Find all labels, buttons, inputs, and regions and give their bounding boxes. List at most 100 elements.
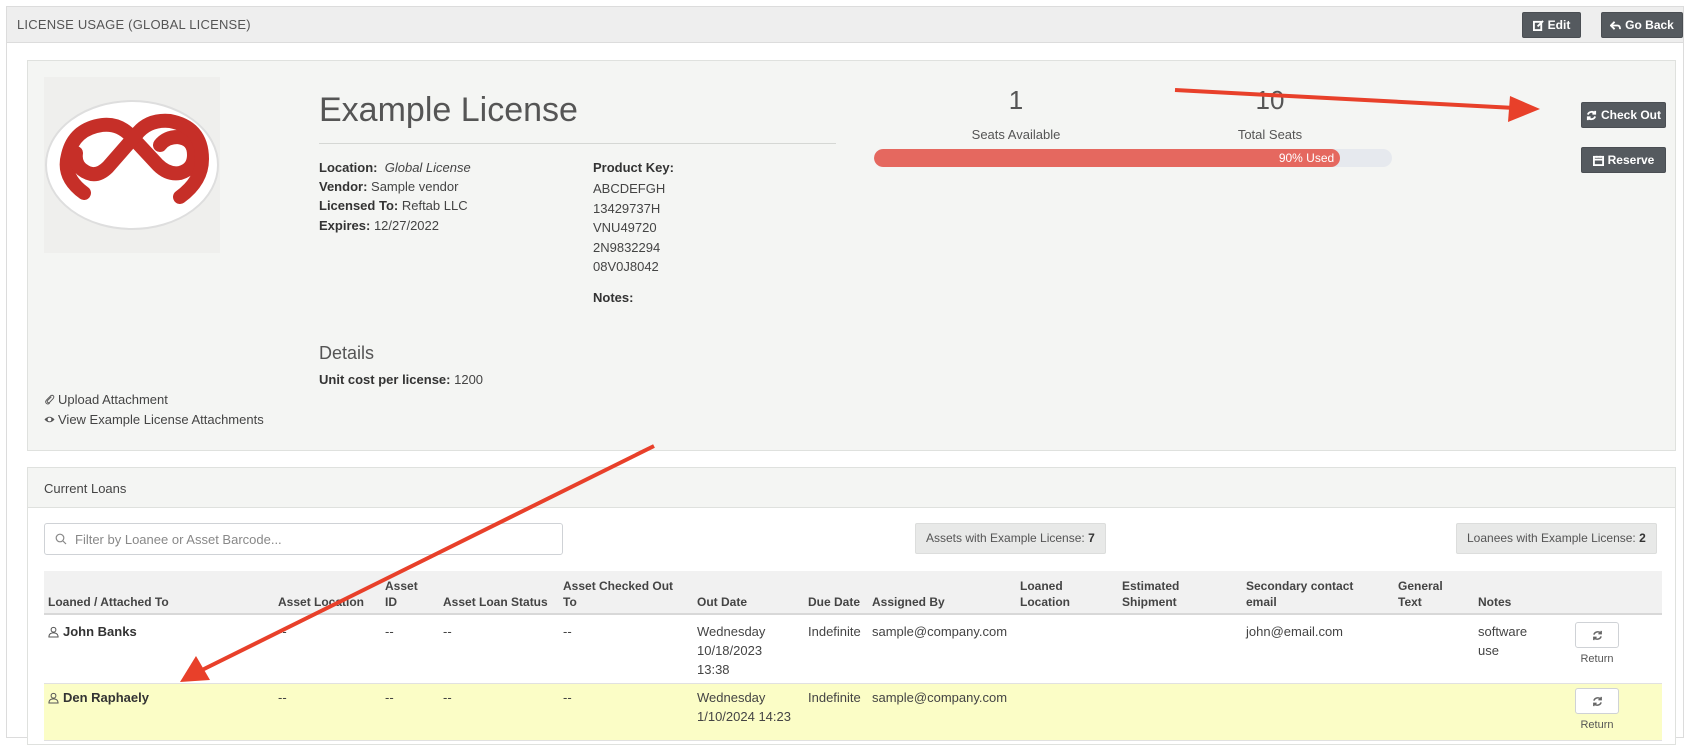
calendar-icon xyxy=(1592,155,1604,166)
seats-available-label: Seats Available xyxy=(971,127,1061,142)
secondary-email-cell: john@email.com xyxy=(1246,624,1344,639)
user-icon xyxy=(48,626,59,638)
loanee-name: Den Raphaely xyxy=(63,690,149,705)
licensed-to-line: Licensed To: Reftab LLC xyxy=(319,196,468,216)
unit-cost-value: 1200 xyxy=(454,372,484,387)
view-attachments-label: View Example License Attachments xyxy=(58,412,264,427)
page-title: LICENSE USAGE (GLOBAL LICENSE) xyxy=(17,17,251,32)
license-logo xyxy=(44,77,220,253)
asset-id-cell: -- xyxy=(385,624,394,639)
product-key-4: 2N9832294 xyxy=(593,240,661,255)
total-seats-label: Total Seats xyxy=(1237,127,1303,142)
return-button[interactable] xyxy=(1575,688,1619,714)
col-loaned-to[interactable]: Loaned / Attached To xyxy=(48,594,169,610)
loanee-cell[interactable]: Den Raphaely xyxy=(48,688,149,707)
details-heading: Details xyxy=(319,343,375,363)
current-loans-header: Current Loans xyxy=(28,468,1675,508)
license-usage-panel: LICENSE USAGE (GLOBAL LICENSE) Edit Go B… xyxy=(6,6,1684,745)
current-loans-panel: Current Loans Assets with Example Licens… xyxy=(27,467,1676,745)
col-loaned-location[interactable]: Loaned Location xyxy=(1020,578,1090,610)
out-date-cell: Wednesday 1/10/2024 14:23 xyxy=(697,690,791,724)
col-asset-location[interactable]: Asset Location xyxy=(278,594,364,610)
unit-cost-line: Unit cost per license: 1200 xyxy=(319,370,483,390)
check-out-label: Check Out xyxy=(1600,108,1661,122)
asset-loan-status-cell: -- xyxy=(443,690,452,705)
loanee-cell[interactable]: John Banks xyxy=(48,622,137,641)
notes-cell: software use xyxy=(1478,624,1528,658)
eye-icon xyxy=(44,416,55,423)
asset-location-cell: -- xyxy=(278,624,287,639)
user-icon xyxy=(48,692,59,704)
col-due-date[interactable]: Due Date xyxy=(808,594,860,610)
check-out-button[interactable]: Check Out xyxy=(1581,102,1666,128)
vendor-label: Vendor: xyxy=(319,179,368,194)
go-back-button[interactable]: Go Back xyxy=(1601,12,1683,38)
asset-checked-out-to-cell: -- xyxy=(563,690,572,705)
edit-icon xyxy=(1532,19,1544,31)
product-key-label-text: Product Key: xyxy=(593,160,674,175)
upload-attachment-link[interactable]: Upload Attachment xyxy=(44,392,168,407)
return-button[interactable] xyxy=(1575,622,1619,648)
upload-attachment-label: Upload Attachment xyxy=(58,392,168,407)
due-date-cell: Indefinite xyxy=(808,624,861,639)
table-row: Den Raphaely -- -- -- -- Wednesday 1/10/… xyxy=(44,684,1662,741)
col-estimated-shipment[interactable]: Estimated Shipment xyxy=(1122,578,1202,610)
asset-loan-status-cell: -- xyxy=(443,624,452,639)
return-label[interactable]: Return xyxy=(1575,719,1619,731)
col-notes[interactable]: Notes xyxy=(1478,594,1511,610)
assets-count-value: 7 xyxy=(1088,531,1095,545)
title-divider xyxy=(319,143,836,144)
loanee-name: John Banks xyxy=(63,624,137,639)
seat-usage-bar: 90% Used xyxy=(874,149,1392,167)
expires-label: Expires: xyxy=(319,218,371,233)
col-assigned-by[interactable]: Assigned By xyxy=(872,594,945,610)
view-attachments-link[interactable]: View Example License Attachments xyxy=(44,412,264,427)
return-label[interactable]: Return xyxy=(1575,653,1619,665)
assets-count-label: Assets with Example License: xyxy=(926,531,1085,545)
col-asset-checked-out-to[interactable]: Asset Checked Out To xyxy=(563,578,688,610)
header-bar: LICENSE USAGE (GLOBAL LICENSE) Edit Go B… xyxy=(7,7,1683,43)
out-date-cell: Wednesday 10/18/2023 13:38 xyxy=(697,624,766,677)
location-value: Global License xyxy=(384,160,471,175)
location-line: Location: Global License xyxy=(319,158,471,178)
loanees-count-label: Loanees with Example License: xyxy=(1467,531,1636,545)
loanees-count-badge: Loanees with Example License: 2 xyxy=(1456,523,1657,554)
refresh-icon xyxy=(1592,630,1602,640)
reply-icon xyxy=(1610,20,1622,30)
product-key-5: 08V0J8042 xyxy=(593,259,659,274)
paperclip-icon xyxy=(45,394,55,405)
asset-checked-out-to-cell: -- xyxy=(563,624,572,639)
vendor-value: Sample vendor xyxy=(371,179,459,194)
edit-button[interactable]: Edit xyxy=(1522,12,1581,38)
loan-filter-input[interactable] xyxy=(44,523,563,555)
product-key-2: 13429737H xyxy=(593,201,661,216)
col-general-text[interactable]: General Text xyxy=(1398,578,1458,610)
col-asset-loan-status[interactable]: Asset Loan Status xyxy=(443,594,548,610)
refresh-icon xyxy=(1586,110,1597,120)
notes-label-text: Notes: xyxy=(593,290,634,305)
col-asset-id[interactable]: Asset ID xyxy=(385,578,427,610)
assigned-by-cell: sample@company.com xyxy=(872,624,1008,639)
license-info-panel: Example License Location: Global License… xyxy=(27,60,1676,451)
search-icon xyxy=(55,533,67,545)
license-name: Example License xyxy=(319,91,578,129)
location-label: Location: xyxy=(319,160,378,175)
expires-value: 12/27/2022 xyxy=(373,218,440,233)
assigned-by-cell: sample@company.com xyxy=(872,690,1008,705)
creative-cloud-logo-icon xyxy=(45,100,219,230)
licensed-to-label: Licensed To: xyxy=(319,198,399,213)
notes-label: Notes: xyxy=(593,288,633,308)
product-key-3: VNU49720 xyxy=(593,220,657,235)
col-out-date[interactable]: Out Date xyxy=(697,594,747,610)
refresh-icon xyxy=(1592,696,1602,706)
seats-available-value: 1 xyxy=(1008,85,1024,115)
total-seats-value: 10 xyxy=(1255,85,1285,115)
reserve-button[interactable]: Reserve xyxy=(1581,147,1666,173)
go-back-button-label: Go Back xyxy=(1625,18,1674,32)
table-row: John Banks -- -- -- -- Wednesday 10/18/2… xyxy=(44,617,1662,684)
unit-cost-label: Unit cost per license: xyxy=(319,372,451,387)
edit-button-label: Edit xyxy=(1547,18,1571,32)
col-secondary-contact-email[interactable]: Secondary contact email xyxy=(1246,578,1376,610)
licensed-to-value: Reftab LLC xyxy=(401,198,468,213)
product-key-label: Product Key: xyxy=(593,158,674,178)
